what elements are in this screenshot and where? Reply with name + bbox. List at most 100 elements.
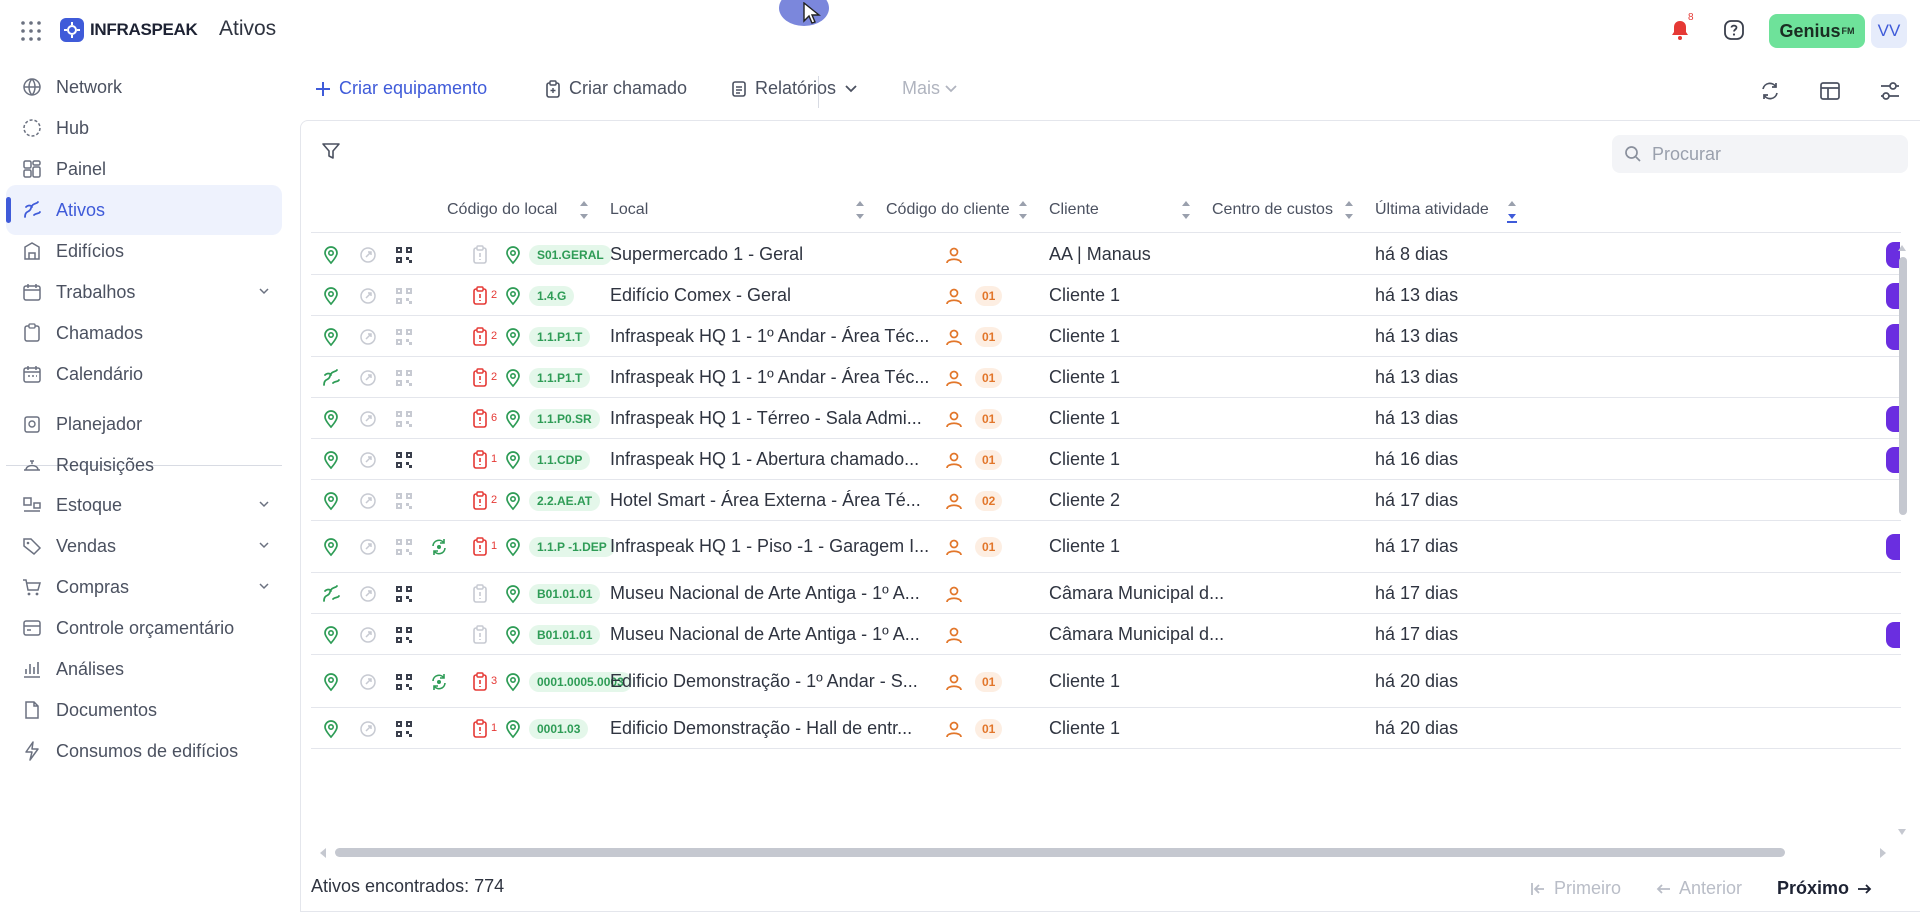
- ticket-icon[interactable]: [470, 719, 490, 739]
- genius-button[interactable]: Genius FM: [1769, 14, 1865, 48]
- table-row[interactable]: 1 0001.03 Edificio Demonstração - Hall de …: [311, 708, 1901, 749]
- ticket-icon[interactable]: [470, 625, 490, 645]
- first-page-button[interactable]: Primeiro: [1530, 878, 1621, 899]
- qr-code-icon[interactable]: [394, 719, 414, 739]
- location-name[interactable]: Edificio Demonstração - Hall de entr...: [610, 718, 912, 739]
- sync-icon[interactable]: [429, 672, 449, 692]
- location-pin-icon[interactable]: [321, 719, 341, 739]
- external-link-icon[interactable]: [358, 409, 378, 429]
- qr-code-icon[interactable]: [394, 584, 414, 604]
- table-row[interactable]: 2 2.2.AE.AT Hotel Smart - Área Externa - Á…: [311, 480, 1901, 521]
- search-box[interactable]: [1612, 135, 1908, 173]
- location-name[interactable]: Infraspeak HQ 1 - 1º Andar - Área Téc...: [610, 367, 929, 388]
- qr-code-icon[interactable]: [394, 625, 414, 645]
- table-row[interactable]: 1 1.1.P -1.DEP Infraspeak HQ 1 - Piso -1 -…: [311, 521, 1901, 573]
- location-pin-icon[interactable]: [321, 491, 341, 511]
- table-row[interactable]: 3 0001.0005.0003 Edificio Demonstração - 1…: [311, 655, 1901, 708]
- table-row[interactable]: 1 1.1.CDP Infraspeak HQ 1 - Abertura chama…: [311, 439, 1901, 480]
- ticket-icon[interactable]: [470, 491, 490, 511]
- reports-dropdown[interactable]: Relatórios: [731, 78, 858, 99]
- location-pin-icon[interactable]: [321, 672, 341, 692]
- create-equipment-button[interactable]: Criar equipamento: [315, 78, 487, 99]
- table-row[interactable]: S01.GERAL Supermercado 1 - Geral AA | Mana…: [311, 234, 1901, 275]
- client-name[interactable]: AA | Manaus: [1049, 244, 1151, 265]
- external-link-icon[interactable]: [358, 672, 378, 692]
- scroll-left-icon[interactable]: [317, 847, 329, 859]
- brand-logo[interactable]: INFRASPEAK: [60, 18, 198, 42]
- previous-page-button[interactable]: Anterior: [1655, 878, 1742, 899]
- apps-grid-icon[interactable]: [20, 20, 42, 42]
- external-link-icon[interactable]: [358, 584, 378, 604]
- client-name[interactable]: Cliente 1: [1049, 536, 1120, 557]
- ticket-icon[interactable]: [470, 537, 490, 557]
- external-link-icon[interactable]: [358, 537, 378, 557]
- more-dropdown[interactable]: Mais: [902, 78, 958, 99]
- table-row[interactable]: 2 1.1.P1.T Infraspeak HQ 1 - 1º Andar - Ár…: [311, 357, 1901, 398]
- client-name[interactable]: Câmara Municipal d...: [1049, 624, 1224, 645]
- scroll-right-icon[interactable]: [1877, 847, 1889, 859]
- external-link-icon[interactable]: [358, 719, 378, 739]
- table-row[interactable]: 2 1.4.G Edifício Comex - Geral 01 Cliente 1 h…: [311, 275, 1901, 316]
- sort-icon[interactable]: [855, 197, 865, 223]
- sort-desc-icon[interactable]: [1507, 197, 1517, 223]
- help-icon[interactable]: [1723, 19, 1745, 41]
- client-name[interactable]: Cliente 1: [1049, 285, 1120, 306]
- external-link-icon[interactable]: [358, 625, 378, 645]
- location-name[interactable]: Supermercado 1 - Geral: [610, 244, 803, 265]
- external-link-icon[interactable]: [358, 245, 378, 265]
- qr-code-icon[interactable]: [394, 409, 414, 429]
- location-name[interactable]: Infraspeak HQ 1 - Térreo - Sala Admi...: [610, 408, 922, 429]
- table-row[interactable]: 2 1.1.P1.T Infraspeak HQ 1 - 1º Andar - Ár…: [311, 316, 1901, 357]
- column-header[interactable]: Código do cliente: [886, 201, 1010, 219]
- columns-layout-icon[interactable]: [1819, 80, 1841, 102]
- sort-icon[interactable]: [1181, 197, 1191, 223]
- avatar[interactable]: VV: [1871, 14, 1907, 48]
- qr-code-icon[interactable]: [394, 245, 414, 265]
- vertical-scrollbar[interactable]: [1899, 257, 1907, 515]
- sort-icon[interactable]: [1344, 197, 1354, 223]
- qr-code-icon[interactable]: [394, 672, 414, 692]
- ticket-icon[interactable]: [470, 368, 490, 388]
- location-name[interactable]: Museu Nacional de Arte Antiga - 1º A...: [610, 624, 920, 645]
- column-header[interactable]: Cliente: [1049, 201, 1099, 219]
- search-input[interactable]: [1652, 143, 1872, 165]
- client-name[interactable]: Cliente 1: [1049, 367, 1120, 388]
- sort-icon[interactable]: [579, 197, 589, 223]
- location-pin-icon[interactable]: [321, 409, 341, 429]
- client-name[interactable]: Cliente 2: [1049, 490, 1120, 511]
- horizontal-scrollbar[interactable]: [335, 848, 1785, 857]
- qr-code-icon[interactable]: [394, 491, 414, 511]
- location-name[interactable]: Edificio Demonstração - 1º Andar - S...: [610, 671, 918, 692]
- location-pin-icon[interactable]: [321, 450, 341, 470]
- sort-icon[interactable]: [1018, 197, 1028, 223]
- client-name[interactable]: Câmara Municipal d...: [1049, 583, 1224, 604]
- external-link-icon[interactable]: [358, 491, 378, 511]
- location-name[interactable]: Edifício Comex - Geral: [610, 285, 791, 306]
- filter-icon[interactable]: [321, 141, 341, 161]
- qr-code-icon[interactable]: [394, 537, 414, 557]
- table-row[interactable]: 6 1.1.P0.SR Infraspeak HQ 1 - Térreo - Sal…: [311, 398, 1901, 439]
- location-pin-icon[interactable]: [321, 537, 341, 557]
- client-name[interactable]: Cliente 1: [1049, 408, 1120, 429]
- table-row[interactable]: B01.01.01 Museu Nacional de Arte Antiga -…: [311, 614, 1901, 655]
- asset-icon[interactable]: [321, 584, 341, 604]
- location-name[interactable]: Infraspeak HQ 1 - Piso -1 - Garagem I...: [610, 536, 929, 557]
- location-name[interactable]: Museu Nacional de Arte Antiga - 1º A...: [610, 583, 920, 604]
- column-header[interactable]: Centro de custos: [1212, 201, 1333, 219]
- location-pin-icon[interactable]: [321, 286, 341, 306]
- client-name[interactable]: Cliente 1: [1049, 449, 1120, 470]
- asset-icon[interactable]: [321, 368, 341, 388]
- create-ticket-button[interactable]: Criar chamado: [545, 78, 687, 99]
- client-name[interactable]: Cliente 1: [1049, 326, 1120, 347]
- qr-code-icon[interactable]: [394, 450, 414, 470]
- location-name[interactable]: Hotel Smart - Área Externa - Área Té...: [610, 490, 921, 511]
- client-name[interactable]: Cliente 1: [1049, 671, 1120, 692]
- ticket-icon[interactable]: [470, 584, 490, 604]
- qr-code-icon[interactable]: [394, 368, 414, 388]
- ticket-icon[interactable]: [470, 245, 490, 265]
- table-row[interactable]: B01.01.01 Museu Nacional de Arte Antiga -…: [311, 573, 1901, 614]
- location-name[interactable]: Infraspeak HQ 1 - Abertura chamado...: [610, 449, 919, 470]
- external-link-icon[interactable]: [358, 286, 378, 306]
- qr-code-icon[interactable]: [394, 286, 414, 306]
- qr-code-icon[interactable]: [394, 327, 414, 347]
